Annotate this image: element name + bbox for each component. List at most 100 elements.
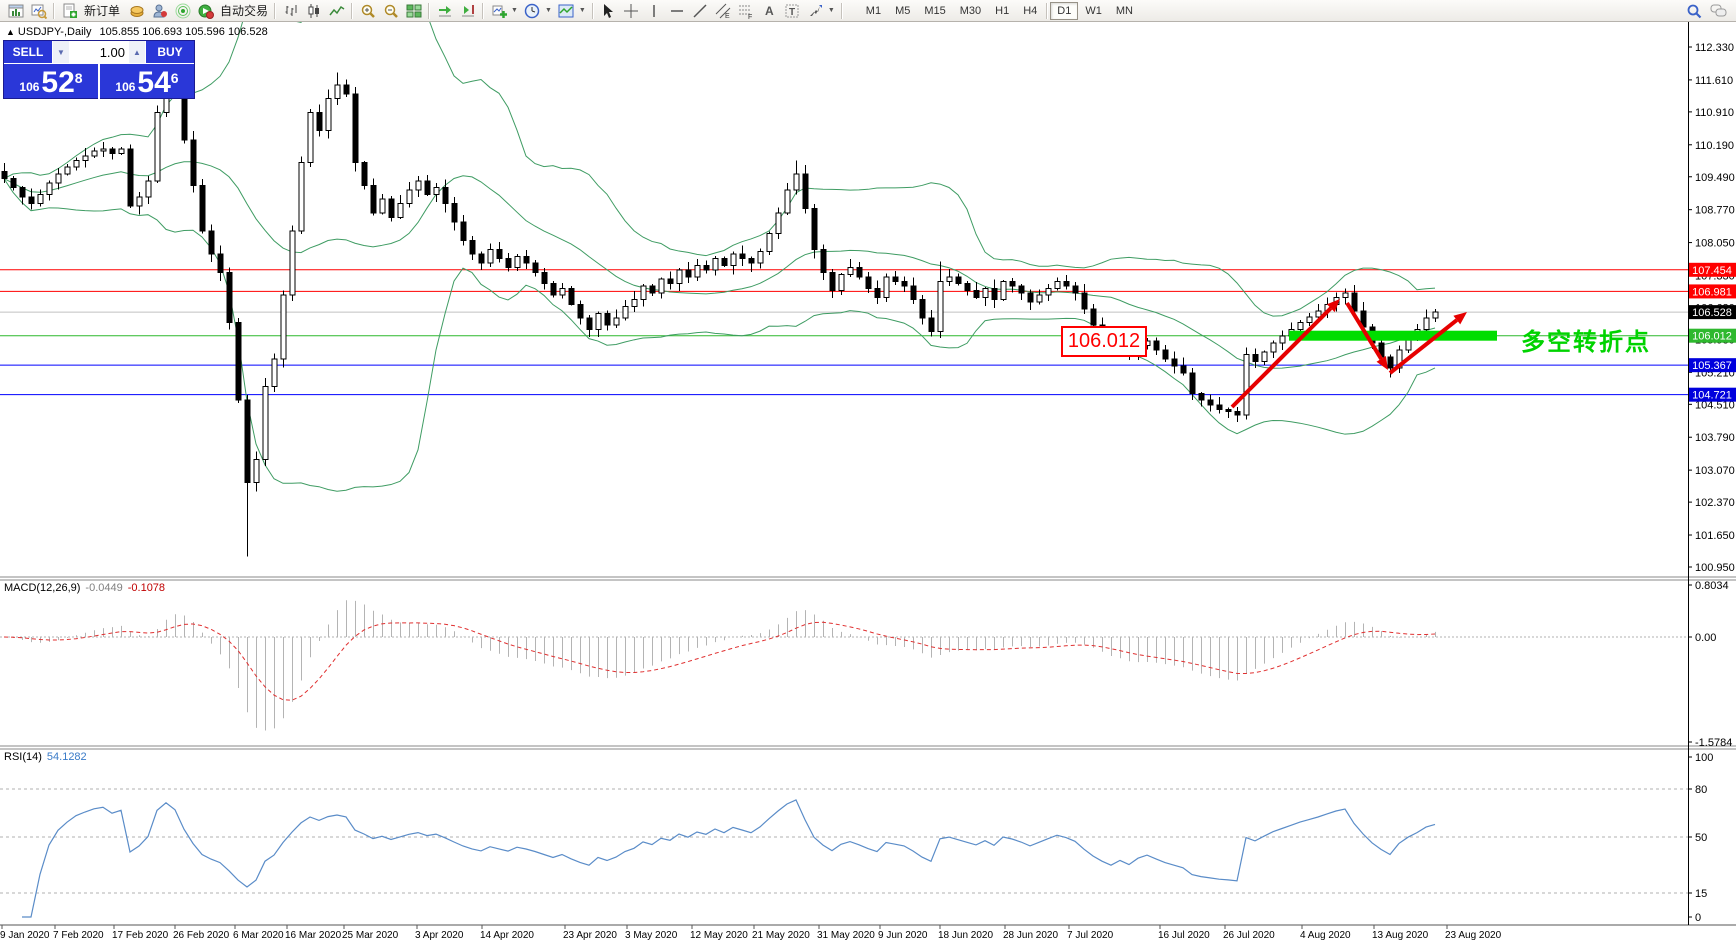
- svg-text:14 Apr 2020: 14 Apr 2020: [480, 930, 534, 941]
- toolbar-separator: [840, 2, 843, 19]
- svg-text:17 Feb 2020: 17 Feb 2020: [112, 930, 169, 941]
- tf-m1[interactable]: M1: [859, 2, 888, 20]
- svg-text:26 Jul 2020: 26 Jul 2020: [1223, 930, 1275, 941]
- sell-button-label: SELL: [12, 45, 44, 59]
- template-dropdown-caret[interactable]: ▼: [579, 7, 586, 14]
- volume-increase-button[interactable]: ▲: [129, 41, 145, 63]
- cursor-icon[interactable]: [600, 2, 617, 19]
- tf-m30[interactable]: M30: [953, 2, 988, 20]
- fibonacci-tool-icon[interactable]: F: [738, 2, 755, 19]
- toolbar-group-scroll: [432, 0, 480, 22]
- line-chart-type-icon[interactable]: [328, 2, 345, 19]
- chart-template-icon[interactable]: [558, 2, 575, 19]
- indicator-dropdown-caret[interactable]: ▼: [511, 7, 518, 14]
- candlestick-chart-type-icon[interactable]: [305, 2, 322, 19]
- svg-text:-1.5784: -1.5784: [1695, 737, 1732, 749]
- buy-price-sup: 6: [170, 70, 179, 86]
- tf-d1[interactable]: D1: [1050, 1, 1079, 20]
- toolbar-group-chart-types: [278, 0, 349, 22]
- sell-price[interactable]: 106 52 8: [4, 64, 100, 100]
- horizontal-line-tool-icon[interactable]: [669, 2, 686, 19]
- symbol-name: USDJPY-,Daily: [17, 26, 92, 38]
- arrows-dropdown-caret[interactable]: ▼: [828, 7, 835, 14]
- toolbar-group-services: 自动交易: [124, 0, 272, 22]
- autoscroll-icon[interactable]: [436, 2, 453, 19]
- svg-text:6 Mar 2020: 6 Mar 2020: [233, 930, 284, 941]
- buy-button[interactable]: BUY: [146, 41, 194, 63]
- sell-price-big: 52: [41, 66, 75, 99]
- toolbar-group-indicators: ▼ ▼ ▼: [486, 0, 590, 22]
- svg-text:16 Jul 2020: 16 Jul 2020: [1158, 930, 1210, 941]
- signals-icon[interactable]: [174, 2, 191, 19]
- svg-text:106.012: 106.012: [1692, 331, 1732, 343]
- arrows-tool-icon[interactable]: [807, 2, 824, 19]
- volume-input[interactable]: 1.00: [69, 45, 129, 60]
- expert-advisor-icon[interactable]: [151, 2, 168, 19]
- market-icon[interactable]: [128, 2, 145, 19]
- svg-text:15: 15: [1695, 888, 1707, 900]
- svg-text:106.528: 106.528: [1692, 307, 1732, 319]
- bar-chart-type-icon[interactable]: [282, 2, 299, 19]
- search-icon[interactable]: [1685, 2, 1702, 19]
- sell-button[interactable]: SELL: [4, 41, 52, 63]
- turning-point-annotation[interactable]: 多空转折点: [1521, 322, 1651, 357]
- crosshair-icon[interactable]: [623, 2, 640, 19]
- svg-text:12 May 2020: 12 May 2020: [690, 930, 748, 941]
- periods-clock-icon[interactable]: [524, 2, 541, 19]
- svg-text:103.070: 103.070: [1695, 465, 1735, 477]
- one-click-trading-panel: SELL ▼ 1.00 ▲ BUY 106 52 8 106 54 6: [3, 40, 195, 100]
- chat-icon[interactable]: [1710, 2, 1727, 19]
- tf-h4[interactable]: H4: [1016, 2, 1044, 20]
- new-order-button[interactable]: 新订单: [57, 0, 124, 22]
- volume-decrease-button[interactable]: ▼: [53, 41, 69, 63]
- tile-windows-icon[interactable]: [405, 2, 422, 19]
- svg-text:16 Mar 2020: 16 Mar 2020: [285, 930, 342, 941]
- tf-m5[interactable]: M5: [888, 2, 917, 20]
- new-order-label: 新订单: [84, 4, 121, 18]
- text-label-tool-icon[interactable]: T: [784, 2, 801, 19]
- autotrade-label[interactable]: 自动交易: [220, 2, 268, 19]
- svg-text:50: 50: [1695, 832, 1707, 844]
- toolbar-separator: [1046, 2, 1049, 19]
- price-level-callout[interactable]: 106.012: [1061, 326, 1147, 357]
- macd-main-value: -0.0449: [85, 582, 123, 594]
- vertical-line-tool-icon[interactable]: [646, 2, 663, 19]
- toolbar-separator: [274, 2, 277, 19]
- chart-profiles-icon[interactable]: [30, 2, 47, 19]
- toolbar-right-icons: [1685, 2, 1733, 19]
- new-chart-window-icon[interactable]: [7, 2, 24, 19]
- text-tool-icon[interactable]: A: [761, 2, 778, 19]
- svg-text:9 Jun 2020: 9 Jun 2020: [878, 930, 928, 941]
- toolbar-group-windows: [3, 0, 51, 22]
- channel-glyph: E: [725, 13, 730, 19]
- svg-text:100: 100: [1695, 752, 1713, 764]
- timeframe-bar: M1 M5 M15 M30 H1 H4 D1 W1 MN: [859, 1, 1140, 20]
- tf-mn[interactable]: MN: [1109, 2, 1140, 20]
- sell-price-prefix: 106: [19, 80, 40, 94]
- tf-h1[interactable]: H1: [988, 2, 1016, 20]
- svg-text:108.770: 108.770: [1695, 205, 1735, 217]
- toolbar-separator: [351, 2, 354, 19]
- autotrade-icon[interactable]: [197, 2, 214, 19]
- svg-text:23 Aug 2020: 23 Aug 2020: [1445, 930, 1502, 941]
- trendline-tool-icon[interactable]: [692, 2, 709, 19]
- fibo-glyph: F: [748, 14, 752, 19]
- chart-shift-icon[interactable]: [459, 2, 476, 19]
- buy-button-label: BUY: [157, 45, 183, 59]
- svg-text:4 Aug 2020: 4 Aug 2020: [1300, 930, 1351, 941]
- tf-w1[interactable]: W1: [1078, 2, 1109, 20]
- equidistant-channel-tool-icon[interactable]: E: [715, 2, 732, 19]
- svg-text:13 Aug 2020: 13 Aug 2020: [1372, 930, 1429, 941]
- add-indicator-icon[interactable]: [490, 2, 507, 19]
- svg-text:3 Apr 2020: 3 Apr 2020: [415, 930, 464, 941]
- zoom-in-icon[interactable]: [359, 2, 376, 19]
- svg-text:109.490: 109.490: [1695, 172, 1735, 184]
- tf-m15[interactable]: M15: [917, 2, 952, 20]
- svg-text:102.370: 102.370: [1695, 497, 1735, 509]
- svg-text:9 Jan 2020: 9 Jan 2020: [0, 930, 50, 941]
- periods-dropdown-caret[interactable]: ▼: [545, 7, 552, 14]
- zoom-out-icon[interactable]: [382, 2, 399, 19]
- new-order-icon: [61, 2, 78, 19]
- buy-price[interactable]: 106 54 6: [100, 64, 194, 100]
- chart-canvas[interactable]: 112.330 111.610 110.910 110.190 109.490 108.7…: [0, 0, 1736, 941]
